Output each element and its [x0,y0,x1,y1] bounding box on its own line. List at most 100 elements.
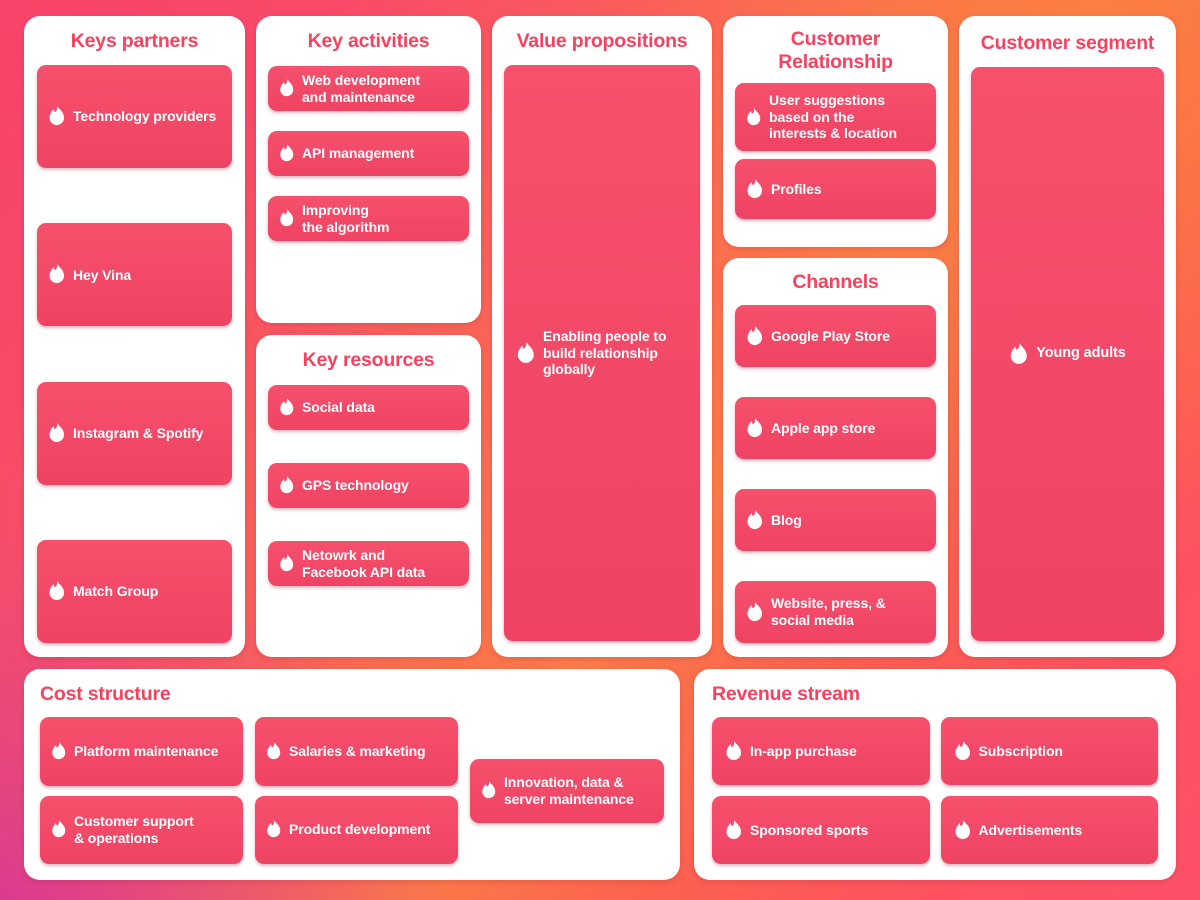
card-label: Subscription [978,742,1063,759]
card-label: Platform maintenance [74,742,219,759]
card-label: Improving the algorithm [302,201,390,235]
customer-relationship-card-list: User suggestions based on the interests … [735,83,936,233]
key-activities-card-list: Web development and maintenance API mana… [268,66,469,309]
tinder-flame-icon [954,741,971,762]
tinder-flame-icon [48,106,65,127]
card-label: Enabling people to build relationship gl… [543,328,667,378]
card-label: Blog [771,511,802,528]
card-gps-technology[interactable]: GPS technology [268,463,469,508]
block-customer-segment: Customer segment Young adults [959,16,1176,657]
card-label: Instagram & Spotify [73,424,204,441]
block-key-resources: Key resources Social data GPS technology… [256,335,481,657]
card-subscription[interactable]: Subscription [940,717,1158,785]
card-user-suggestions[interactable]: User suggestions based on the interests … [735,83,936,151]
block-value-propositions: Value propositions Enabling people to bu… [492,16,712,657]
card-label: Advertisements [978,821,1083,838]
tinder-flame-icon [516,342,535,365]
card-young-adults[interactable]: Young adults [971,67,1164,641]
tinder-flame-icon [746,602,763,623]
revenue-stream-title: Revenue stream [712,683,860,705]
card-label: Google Play Store [771,327,890,344]
card-sponsored-sports[interactable]: Sponsored sports [712,796,930,864]
tinder-flame-icon [279,476,294,495]
keys-partners-title: Keys partners [70,30,199,52]
block-channels: Channels Google Play Store Apple app sto… [723,258,948,657]
canvas-right-column: Customer Relationship User suggestions b… [723,16,948,657]
block-customer-relationship: Customer Relationship User suggestions b… [723,16,948,247]
tinder-flame-icon [266,742,281,761]
card-website-press-social[interactable]: Website, press, & social media [735,581,936,643]
block-key-activities: Key activities Web development and maint… [256,16,481,323]
card-label: Social data [302,399,375,416]
card-profiles[interactable]: Profiles [735,159,936,219]
tinder-flame-icon [279,79,294,98]
card-label: GPS technology [302,477,409,494]
channels-card-list: Google Play Store Apple app store Blog W… [735,305,936,643]
tinder-flame-icon [51,742,66,761]
card-label: Match Group [73,583,159,600]
cost-structure-title: Cost structure [40,683,171,705]
card-improving-algorithm[interactable]: Improving the algorithm [268,196,469,241]
card-innovation-data-server[interactable]: Innovation, data & server maintenance [470,758,664,823]
card-apple-app-store[interactable]: Apple app store [735,397,936,459]
key-activities-title: Key activities [307,30,430,52]
card-platform-maintenance[interactable]: Platform maintenance [40,717,243,786]
cost-structure-card-list: Platform maintenance Customer support & … [40,717,664,864]
card-label: Hey Vina [73,266,132,283]
card-label: Young adults [1036,345,1126,362]
card-label: Salaries & marketing [289,742,426,759]
card-product-development[interactable]: Product development [255,795,458,864]
card-api-management[interactable]: API management [268,131,469,176]
card-web-development[interactable]: Web development and maintenance [268,66,469,111]
card-customer-support[interactable]: Customer support & operations [40,795,243,864]
tinder-flame-icon [279,398,294,417]
key-resources-title: Key resources [302,349,435,371]
canvas-top-row: Keys partners Technology providers Hey V… [24,16,1176,657]
tinder-flame-icon [746,179,763,200]
card-salaries-marketing[interactable]: Salaries & marketing [255,717,458,786]
business-model-canvas: Keys partners Technology providers Hey V… [0,0,1200,900]
customer-segment-title: Customer segment [980,32,1155,54]
card-label: User suggestions based on the interests … [769,92,897,142]
card-hey-vina[interactable]: Hey Vina [37,223,232,327]
cost-structure-column-two: Salaries & marketing Product development [255,717,458,864]
tinder-flame-icon [266,820,281,839]
tinder-flame-icon [1009,343,1028,366]
tinder-flame-icon [746,108,761,127]
canvas-bottom-row: Cost structure Platform maintenance Cust… [24,669,1176,880]
card-network-facebook-api[interactable]: Netowrk and Facebook API data [268,541,469,586]
block-cost-structure: Cost structure Platform maintenance Cust… [24,669,680,880]
tinder-flame-icon [48,264,65,285]
canvas-middle-column: Key activities Web development and maint… [256,16,481,657]
card-blog[interactable]: Blog [735,489,936,551]
value-propositions-title: Value propositions [516,30,688,52]
channels-title: Channels [792,271,879,293]
tinder-flame-icon [954,820,971,841]
card-label: Apple app store [771,419,876,436]
tinder-flame-icon [279,554,294,573]
card-label: Customer support & operations [74,813,194,846]
tinder-flame-icon [746,326,763,347]
card-label: Web development and maintenance [302,71,421,105]
card-match-group[interactable]: Match Group [37,539,232,643]
card-in-app-purchase[interactable]: In-app purchase [712,717,930,785]
tinder-flame-icon [48,581,65,602]
tinder-flame-icon [279,209,294,228]
tinder-flame-icon [746,510,763,531]
card-label: Profiles [771,180,822,197]
revenue-stream-card-list: In-app purchase Subscription Sponsored s… [712,717,1158,864]
card-google-play-store[interactable]: Google Play Store [735,305,936,367]
keys-partners-card-list: Technology providers Hey Vina Instagram … [37,65,232,643]
card-technology-providers[interactable]: Technology providers [37,65,232,168]
customer-relationship-title: Customer Relationship [778,28,893,73]
cost-structure-column-one: Platform maintenance Customer support & … [40,717,243,864]
card-advertisements[interactable]: Advertisements [940,796,1158,864]
card-instagram-spotify[interactable]: Instagram & Spotify [37,381,232,485]
card-label: Website, press, & social media [771,595,886,628]
card-label: Technology providers [73,108,217,125]
card-social-data[interactable]: Social data [268,385,469,430]
card-label: Netowrk and Facebook API data [302,546,426,580]
card-label: Innovation, data & server maintenance [504,773,634,807]
card-enabling-people[interactable]: Enabling people to build relationship gl… [504,65,700,641]
block-keys-partners: Keys partners Technology providers Hey V… [24,16,245,657]
